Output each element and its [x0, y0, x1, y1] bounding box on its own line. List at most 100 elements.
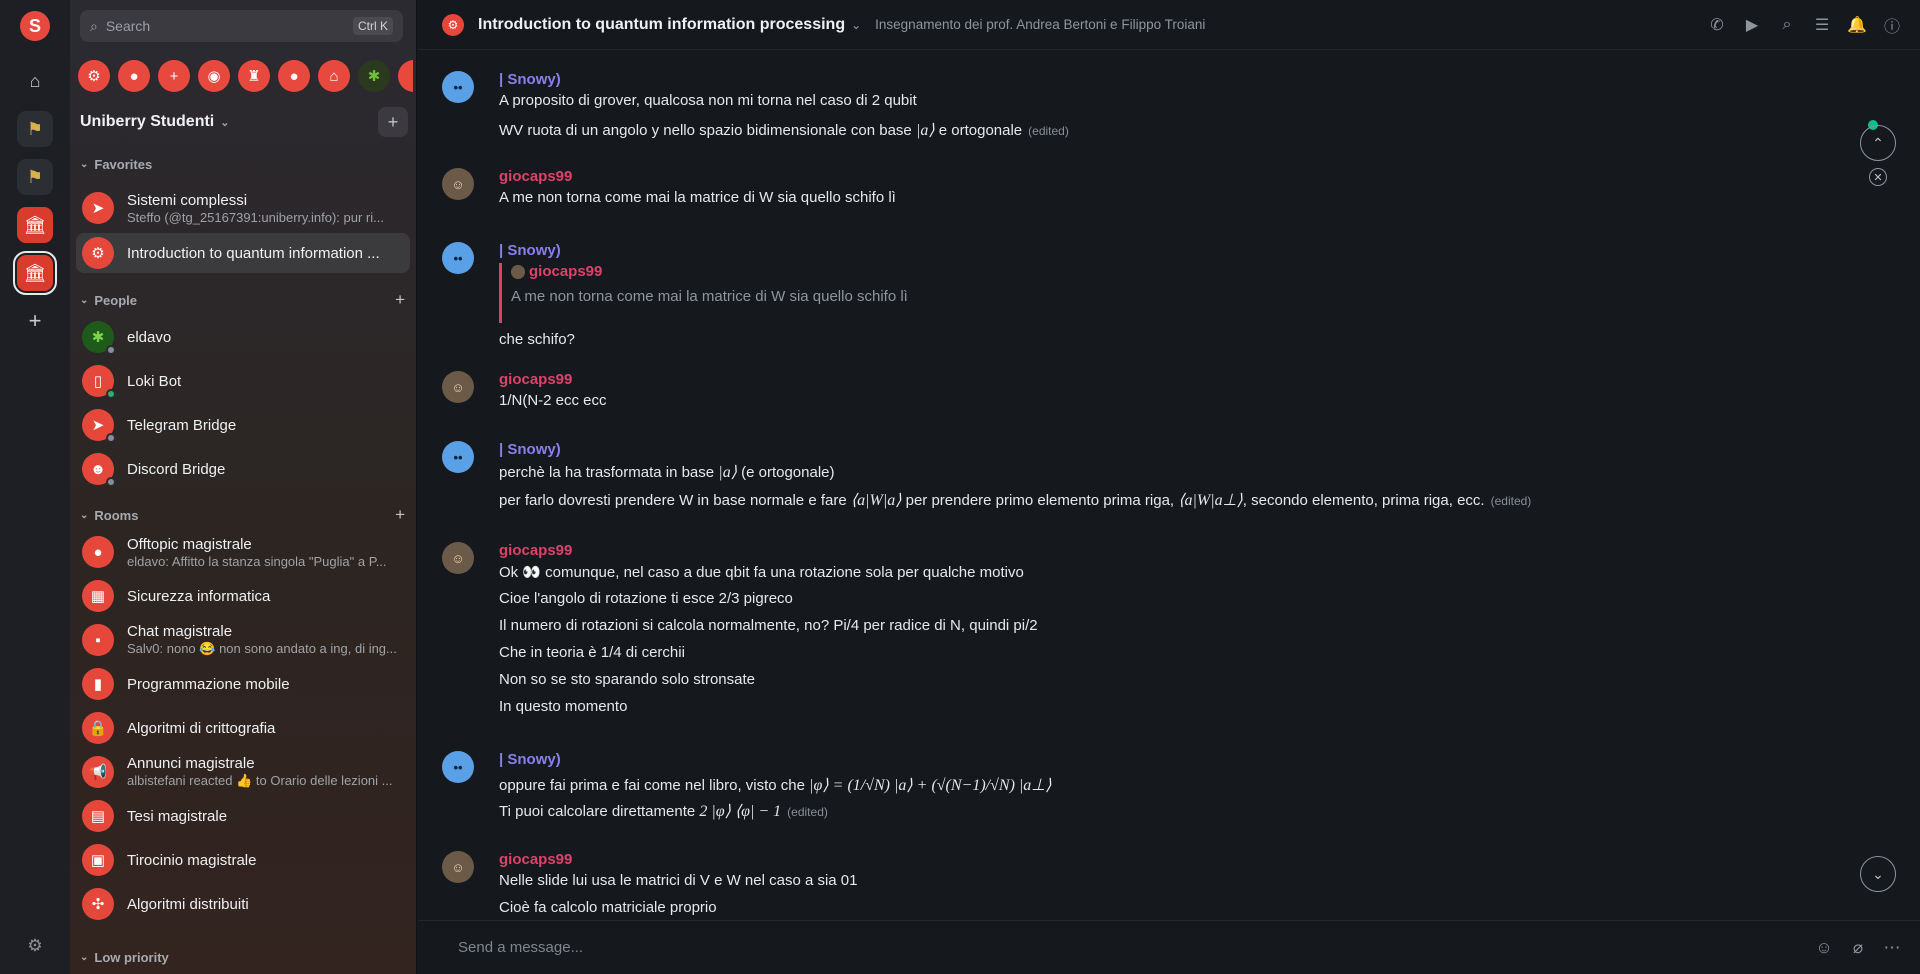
add-room-button[interactable]: +	[378, 107, 408, 137]
room-item-algoritmi-distribuiti[interactable]: ✣ Algoritmi distribuiti	[76, 884, 410, 924]
room-name: Programmazione mobile	[127, 675, 290, 693]
video-icon[interactable]: ▶	[1742, 15, 1762, 35]
message-text: A proposito di grover, qualcosa non mi t…	[499, 92, 917, 109]
add-person-icon[interactable]: +	[395, 290, 405, 310]
room-item-crittografia[interactable]: 🔒 Algoritmi di crittografia	[76, 708, 410, 748]
room-item-tirocinio[interactable]: ▣ Tirocinio magistrale	[76, 840, 410, 880]
room-item-annunci[interactable]: 📢 Annunci magistrale albistefani reacted …	[76, 752, 410, 792]
snowy-avatar[interactable]: ••	[442, 71, 474, 103]
search-input[interactable]: ⌕ Search Ctrl K	[80, 10, 403, 42]
room-name: Tesi magistrale	[127, 807, 228, 825]
dm-item-telegram-bridge[interactable]: ➤ Telegram Bridge	[76, 405, 410, 445]
plus-icon[interactable]: +	[158, 60, 190, 92]
trophy-icon[interactable]: ♜	[238, 60, 270, 92]
search-placeholder: Search	[105, 18, 151, 34]
room-item-offtopic[interactable]: ● Offtopic magistrale eldavo: Affitto la …	[76, 532, 410, 572]
gamepad-icon[interactable]: ◉	[198, 60, 230, 92]
snowy-avatar[interactable]: ••	[442, 441, 474, 473]
space-icon-2[interactable]: ⚑	[17, 159, 53, 195]
edited-label[interactable]: (edited)	[1028, 124, 1069, 138]
chat-bubble-icon[interactable]: ●	[118, 60, 150, 92]
room-item-programmazione-mobile[interactable]: ▮ Programmazione mobile	[76, 664, 410, 704]
house-icon[interactable]: ⌂	[318, 60, 350, 92]
reply-quote[interactable]: giocaps99 A me non torna come mai la mat…	[499, 263, 908, 323]
emoji-icon[interactable]: ☺	[1814, 938, 1834, 958]
favorites-section-header[interactable]: ⌄ Favorites	[80, 157, 405, 172]
room-item-tesi[interactable]: ▤ Tesi magistrale	[76, 796, 410, 836]
message-text: 1/N(N-2 ecc ecc	[499, 392, 607, 409]
create-space-icon[interactable]: +	[17, 303, 53, 339]
discord-icon: ☻	[82, 453, 116, 487]
room-name: Sicurezza informatica	[127, 587, 271, 605]
room-item-sistemi-complessi[interactable]: ➤ Sistemi complessi Steffo (@tg_25167391:…	[76, 188, 410, 228]
giocaps99-avatar[interactable]: ☺	[442, 168, 474, 200]
giocaps99-avatar[interactable]: ☺	[442, 851, 474, 883]
phone-icon[interactable]: ✆	[1707, 15, 1727, 35]
home-icon[interactable]: ⌂	[17, 63, 53, 99]
section-label: Favorites	[94, 157, 153, 172]
composer-actions: ☺ ⌀ ⋯	[1814, 938, 1902, 958]
speech-icon[interactable]: ●	[278, 60, 310, 92]
jump-to-bottom-button[interactable]: ⌄	[1860, 856, 1896, 892]
dm-item-discord-bridge[interactable]: ☻ Discord Bridge	[76, 449, 410, 489]
presence-dot	[106, 477, 116, 487]
more-options-icon[interactable]: ⋯	[1882, 938, 1902, 958]
snowy-avatar[interactable]: ••	[442, 242, 474, 274]
room-name: Introduction to quantum information ...	[127, 244, 380, 262]
edited-label[interactable]: (edited)	[787, 805, 828, 819]
giocaps99-avatar[interactable]: ☺	[442, 371, 474, 403]
sender-name[interactable]: giocaps99	[499, 371, 572, 388]
room-topic[interactable]: Insegnamento dei prof. Andrea Bertoni e …	[875, 17, 1205, 32]
sender-name[interactable]: | Snowy)	[499, 242, 561, 259]
palm-tree-icon[interactable]: ✱	[358, 60, 390, 92]
sender-name[interactable]: giocaps99	[499, 851, 572, 868]
search-icon[interactable]: ⌕	[1777, 15, 1797, 35]
threads-icon[interactable]: ☰	[1812, 15, 1832, 35]
bell-icon[interactable]: 🔔	[1847, 15, 1867, 35]
section-label: Low priority	[94, 950, 169, 965]
space-icon-university-selected[interactable]: 🏛	[13, 251, 57, 295]
jump-to-unread-button[interactable]: ⌃	[1860, 125, 1896, 161]
snowy-avatar[interactable]: ••	[442, 751, 474, 783]
message-composer[interactable]: Send a message... ☺ ⌀ ⋯	[418, 920, 1920, 974]
room-item-sicurezza[interactable]: ▦ Sicurezza informatica	[76, 576, 410, 616]
room-name: Algoritmi di crittografia	[127, 719, 276, 737]
rooms-section-header[interactable]: ⌄ Rooms +	[80, 505, 405, 525]
sender-name[interactable]: | Snowy)	[499, 751, 561, 768]
low-priority-section-header[interactable]: ⌄ Low priority	[80, 950, 405, 965]
info-icon[interactable]: ⓘ	[1882, 15, 1902, 36]
space-name[interactable]: Uniberry Studenti ⌄	[80, 113, 229, 131]
message-text: In questo momento	[499, 698, 628, 715]
composer-input[interactable]: Send a message...	[458, 939, 583, 956]
room-name: Chat magistrale	[127, 623, 233, 640]
giocaps99-avatar[interactable]: ☺	[442, 542, 474, 574]
sender-name[interactable]: giocaps99	[499, 542, 572, 559]
math-expression: ⟨a|W|a⊥⟩	[1178, 492, 1243, 509]
edited-label[interactable]: (edited)	[1491, 494, 1532, 508]
chevron-down-icon[interactable]: ⌄	[851, 18, 861, 32]
add-room-icon[interactable]: +	[395, 505, 405, 525]
space-icon-university[interactable]: 🏛	[17, 207, 53, 243]
room-title[interactable]: Introduction to quantum information proc…	[478, 16, 845, 34]
sender-name[interactable]: | Snowy)	[499, 71, 561, 88]
space-icon-1[interactable]: ⚑	[17, 111, 53, 147]
more-spaces-icon[interactable]	[398, 60, 413, 92]
room-item-quantum-information[interactable]: ⚙ Introduction to quantum information ..…	[76, 233, 410, 273]
sender-name[interactable]: giocaps99	[499, 168, 572, 185]
text-part: e ortogonale	[934, 122, 1023, 139]
message-text: Che in teoria è 1/4 di cerchii	[499, 644, 685, 661]
settings-icon[interactable]: ⚙	[27, 936, 42, 956]
user-avatar[interactable]: S	[20, 11, 50, 41]
dm-item-loki-bot[interactable]: ▯ Loki Bot	[76, 361, 410, 401]
room-avatar-gear-icon[interactable]: ⚙	[442, 13, 464, 36]
close-icon[interactable]: ✕	[1869, 168, 1887, 186]
text-part: Ti puoi calcolare direttamente	[499, 803, 700, 820]
attachment-icon[interactable]: ⌀	[1848, 938, 1868, 958]
room-item-chat-magistrale[interactable]: ▪ Chat magistrale Salv0: nono 😂 non sono …	[76, 620, 410, 660]
people-section-header[interactable]: ⌄ People +	[80, 290, 405, 310]
dm-item-eldavo[interactable]: ✱ eldavo	[76, 317, 410, 357]
sender-name[interactable]: | Snowy)	[499, 441, 561, 458]
gear-icon[interactable]: ⚙	[78, 60, 110, 92]
room-header: ⚙ Introduction to quantum information pr…	[418, 0, 1920, 50]
message-text: che schifo?	[499, 331, 575, 348]
